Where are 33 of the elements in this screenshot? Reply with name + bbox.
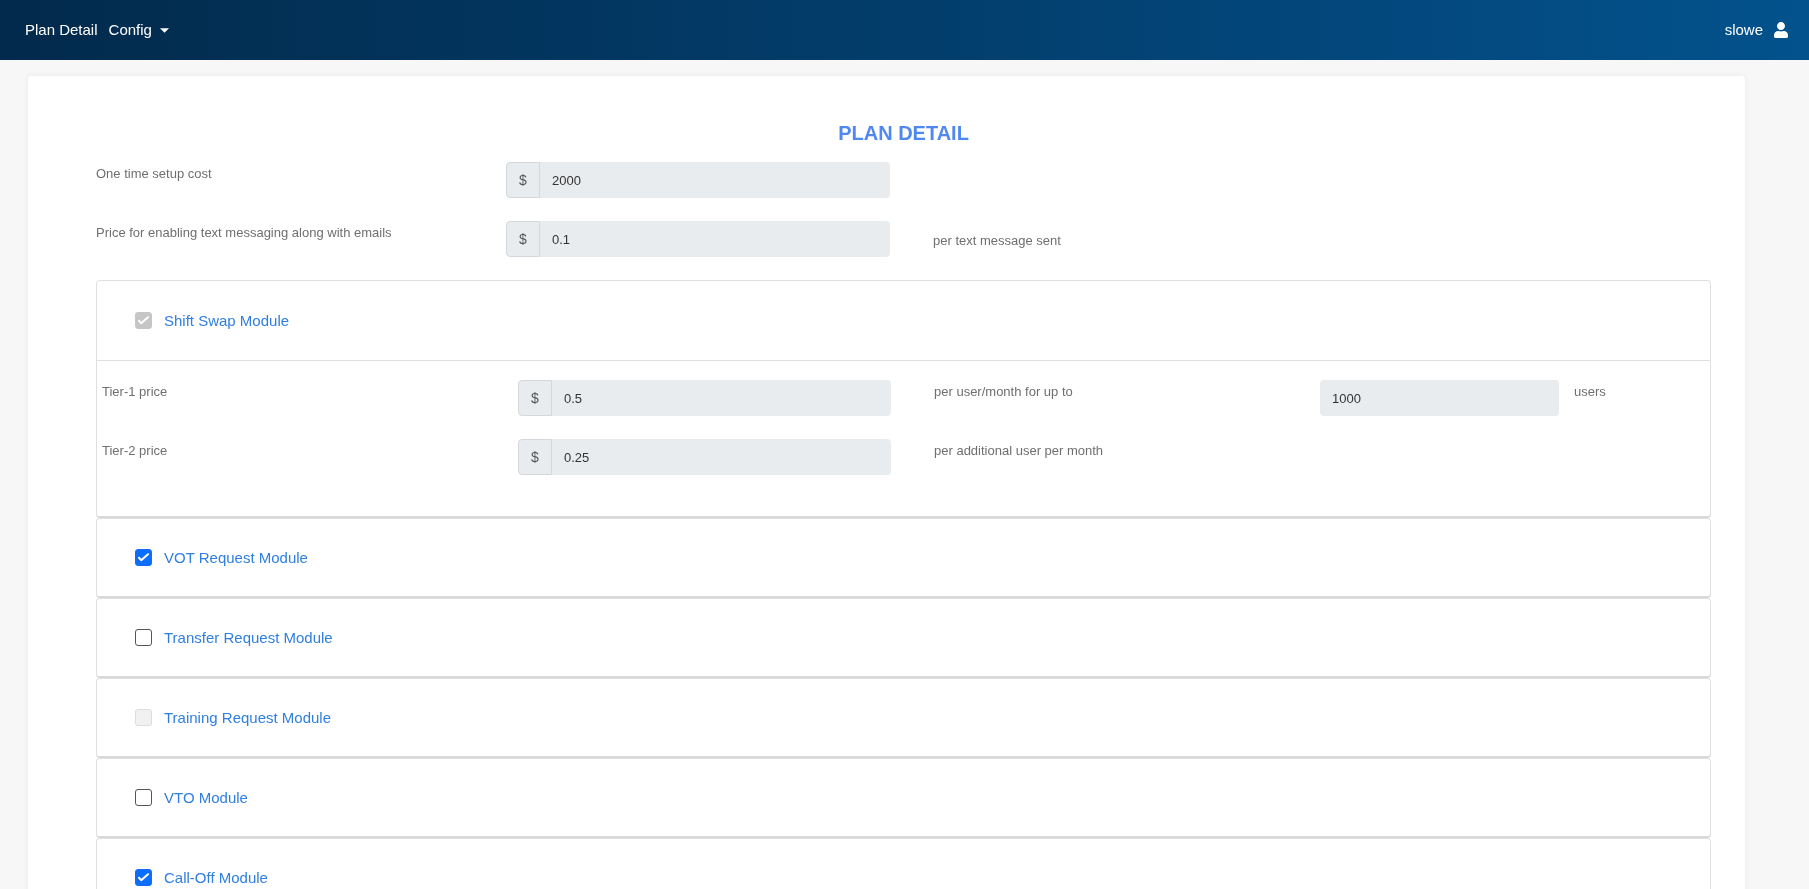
- checkbox[interactable]: [135, 789, 152, 806]
- currency-prefix: $: [518, 439, 552, 475]
- field-label: Price for enabling text messaging along with emails: [96, 224, 393, 242]
- checkbox[interactable]: [135, 549, 152, 566]
- caret-icon: [159, 27, 169, 33]
- module-name: VOT Request Module: [164, 548, 308, 567]
- checkbox[interactable]: [135, 869, 152, 886]
- page-title: PLAN DETAIL: [837, 121, 970, 145]
- user-icon: [1773, 22, 1789, 38]
- tier-suffix: per user/month for up to: [934, 383, 1074, 401]
- field-suffix: per text message sent: [933, 232, 1061, 250]
- checkmark-icon: [138, 316, 149, 325]
- module-name: VTO Module: [164, 788, 248, 807]
- checkmark-icon: [138, 873, 149, 882]
- module-name: Training Request Module: [164, 708, 332, 727]
- price-input[interactable]: 0.1: [540, 221, 890, 257]
- nav-title-link[interactable]: Plan Detail: [25, 18, 98, 42]
- price-input[interactable]: 2000: [540, 162, 890, 198]
- limit-unit: users: [1574, 383, 1606, 401]
- tier-label: Tier-2 price: [102, 442, 169, 460]
- user-menu[interactable]: slowe: [1724, 18, 1789, 42]
- field-label: One time setup cost: [96, 165, 213, 183]
- tier-suffix: per additional user per month: [934, 442, 1105, 460]
- currency-prefix: $: [506, 162, 540, 198]
- tier-label: Tier-1 price: [102, 383, 169, 401]
- currency-prefix: $: [506, 221, 540, 257]
- currency-prefix: $: [518, 380, 552, 416]
- module-name: Call-Off Module: [164, 868, 268, 887]
- checkbox[interactable]: [135, 629, 152, 646]
- checkmark-icon: [138, 553, 149, 562]
- module-name: Shift Swap Module: [164, 311, 290, 330]
- config-dropdown[interactable]: Config: [108, 18, 169, 42]
- module-name: Transfer Request Module: [164, 628, 333, 647]
